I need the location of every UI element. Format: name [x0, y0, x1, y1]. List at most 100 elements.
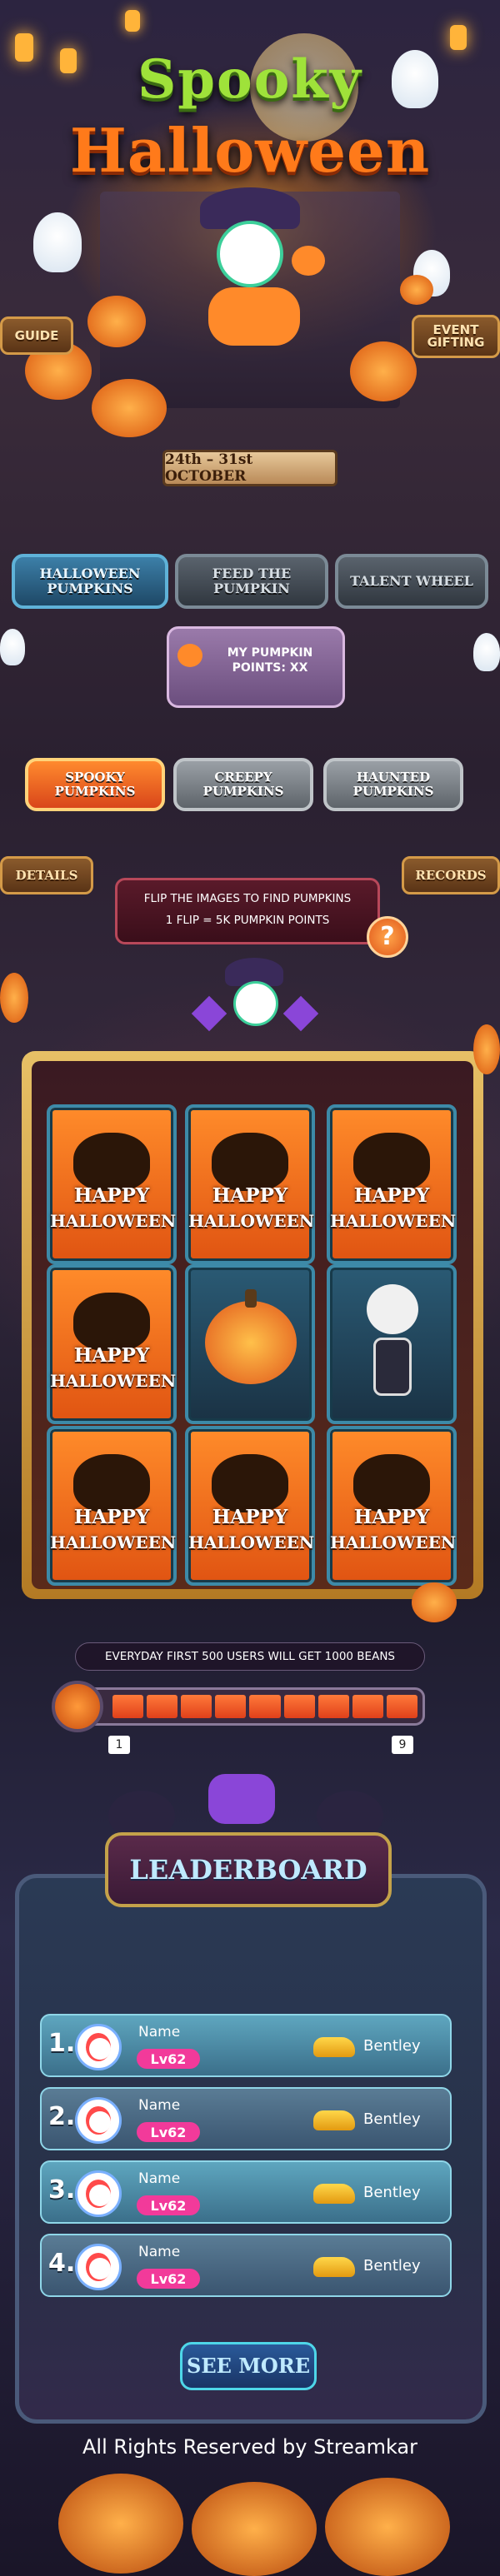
pumpkin-icon: [350, 341, 417, 401]
lantern-icon: [450, 25, 467, 50]
car-icon: [313, 2184, 355, 2204]
pumpkin-face-icon: [353, 1133, 430, 1191]
subtab-spooky-pumpkins[interactable]: SPOOKY PUMPKINS: [25, 758, 165, 811]
flip-card[interactable]: HAPPY HALLOWEEN: [327, 1426, 457, 1586]
jack-o-lantern-stem: [245, 1289, 257, 1308]
card-text-bottom: HALLOWEEN: [330, 1532, 457, 1552]
tab-talent-wheel[interactable]: TALENT WHEEL: [335, 554, 488, 609]
card-text-top: HAPPY: [73, 1184, 150, 1207]
user-name: Name: [138, 2244, 181, 2260]
records-button[interactable]: RECORDS: [402, 856, 500, 894]
details-button[interactable]: DETAILS: [0, 856, 93, 894]
flipped-card-skeleton[interactable]: [327, 1264, 457, 1424]
pumpkin-icon: [92, 379, 167, 437]
skull-icon: [367, 1284, 418, 1334]
title-line-halloween: Halloween: [69, 115, 431, 186]
instruction-line-1: FLIP THE IMAGES TO FIND PUMPKINS: [143, 892, 352, 905]
avatar: [75, 2244, 122, 2290]
pumpkin-icon: [292, 246, 325, 276]
jack-o-lantern-icon: [205, 1301, 297, 1384]
date-range-banner: 24th – 31st OCTOBER: [162, 450, 338, 486]
leaderboard-row[interactable]: 1. Name Lv62 Bentley: [40, 2014, 452, 2077]
flip-card[interactable]: HAPPY HALLOWEEN: [47, 1264, 177, 1424]
event-gifting-button[interactable]: EVENT GIFTING: [412, 315, 500, 358]
pumpkin-face-icon: [73, 1293, 150, 1351]
pumpkin-icon: [88, 296, 146, 347]
flipped-card-pumpkin[interactable]: [185, 1264, 315, 1424]
lantern-icon: [125, 10, 140, 32]
level-badge: Lv62: [137, 2049, 200, 2069]
progress-min-label: 1: [108, 1736, 130, 1754]
flip-card[interactable]: HAPPY HALLOWEEN: [47, 1104, 177, 1264]
user-name: Name: [138, 2097, 181, 2114]
progress-segment: [147, 1695, 178, 1718]
title-line-spooky: Spooky: [138, 48, 362, 111]
pumpkin-icon: [0, 973, 28, 1023]
level-badge: Lv62: [137, 2195, 200, 2215]
guide-button[interactable]: GUIDE: [0, 316, 73, 355]
flip-card[interactable]: HAPPY HALLOWEEN: [327, 1104, 457, 1264]
witch-body: [208, 287, 300, 346]
tab-halloween-pumpkins[interactable]: HALLOWEEN PUMPKINS: [12, 554, 168, 609]
flip-card[interactable]: HAPPY HALLOWEEN: [185, 1426, 315, 1586]
rank-number: 2.: [48, 2102, 76, 2131]
pumpkin-icon: [178, 644, 202, 667]
progress-segment: [181, 1695, 212, 1718]
rank-number: 4.: [48, 2249, 76, 2278]
car-icon: [313, 2037, 355, 2057]
rank-number: 1.: [48, 2029, 76, 2058]
reward-banner: EVERYDAY FIRST 500 USERS WILL GET 1000 B…: [75, 1642, 425, 1671]
witch-face: [217, 221, 283, 287]
leaderboard-title: LEADERBOARD: [129, 1854, 368, 1886]
flip-card[interactable]: HAPPY HALLOWEEN: [47, 1426, 177, 1586]
rank-number: 3.: [48, 2175, 76, 2205]
see-more-button[interactable]: SEE MORE: [180, 2342, 317, 2390]
card-text-top: HAPPY: [353, 1506, 430, 1528]
avatar: [75, 2097, 122, 2144]
progress-segment: [249, 1695, 281, 1718]
reward-text: EVERYDAY FIRST 500 USERS WILL GET 1000 B…: [105, 1650, 395, 1663]
car-name: Bentley: [363, 2184, 421, 2201]
card-text-bottom: HALLOWEEN: [50, 1371, 177, 1391]
pumpkin-icon: [325, 2478, 450, 2576]
progress-bar: [58, 1687, 425, 1726]
pumpkin-icon: [412, 1582, 457, 1622]
points-panel: MY PUMPKIN POINTS: XX: [167, 626, 345, 708]
card-text-bottom: HALLOWEEN: [188, 1211, 315, 1231]
car-icon: [313, 2257, 355, 2277]
leaderboard-title-banner: LEADERBOARD: [105, 1832, 392, 1907]
pumpkin-face-icon: [73, 1454, 150, 1512]
subtab-creepy-pumpkins[interactable]: CREEPY PUMPKINS: [173, 758, 313, 811]
leaderboard-row[interactable]: 3. Name Lv62 Bentley: [40, 2160, 452, 2224]
subtab-haunted-pumpkins[interactable]: HAUNTED PUMPKINS: [323, 758, 463, 811]
avatar: [75, 2024, 122, 2070]
car-icon: [313, 2110, 355, 2130]
tab-feed-the-pumpkin[interactable]: FEED THE PUMPKIN: [175, 554, 328, 609]
skeleton-body: [373, 1338, 412, 1396]
card-text-bottom: HALLOWEEN: [330, 1211, 457, 1231]
progress-segment: [215, 1695, 247, 1718]
progress-segment: [352, 1695, 383, 1718]
progress-segment: [318, 1695, 349, 1718]
pumpkin-face-icon: [212, 1454, 288, 1512]
leaderboard-row[interactable]: 2. Name Lv62 Bentley: [40, 2087, 452, 2150]
leaderboard-row[interactable]: 4. Name Lv62 Bentley: [40, 2234, 452, 2297]
card-text-top: HAPPY: [212, 1184, 288, 1207]
pumpkin-face-icon: [73, 1133, 150, 1191]
ghost-icon: [0, 629, 25, 665]
crystal-icon: [208, 1774, 275, 1824]
level-badge: Lv62: [137, 2122, 200, 2142]
witch-face: [233, 981, 278, 1026]
ghost-icon: [473, 633, 500, 671]
progress-max-label: 9: [392, 1736, 413, 1754]
flip-card[interactable]: HAPPY HALLOWEEN: [185, 1104, 315, 1264]
pumpkin-progress-icon: [52, 1681, 103, 1732]
pumpkin-icon: [400, 275, 433, 305]
card-text-bottom: HALLOWEEN: [188, 1532, 315, 1552]
ghost-icon: [33, 212, 82, 272]
progress-segment: [386, 1695, 418, 1718]
card-text-top: HAPPY: [73, 1344, 150, 1367]
pumpkin-face-icon: [212, 1133, 288, 1191]
progress-segments: [112, 1695, 418, 1718]
help-button[interactable]: ?: [367, 916, 408, 958]
